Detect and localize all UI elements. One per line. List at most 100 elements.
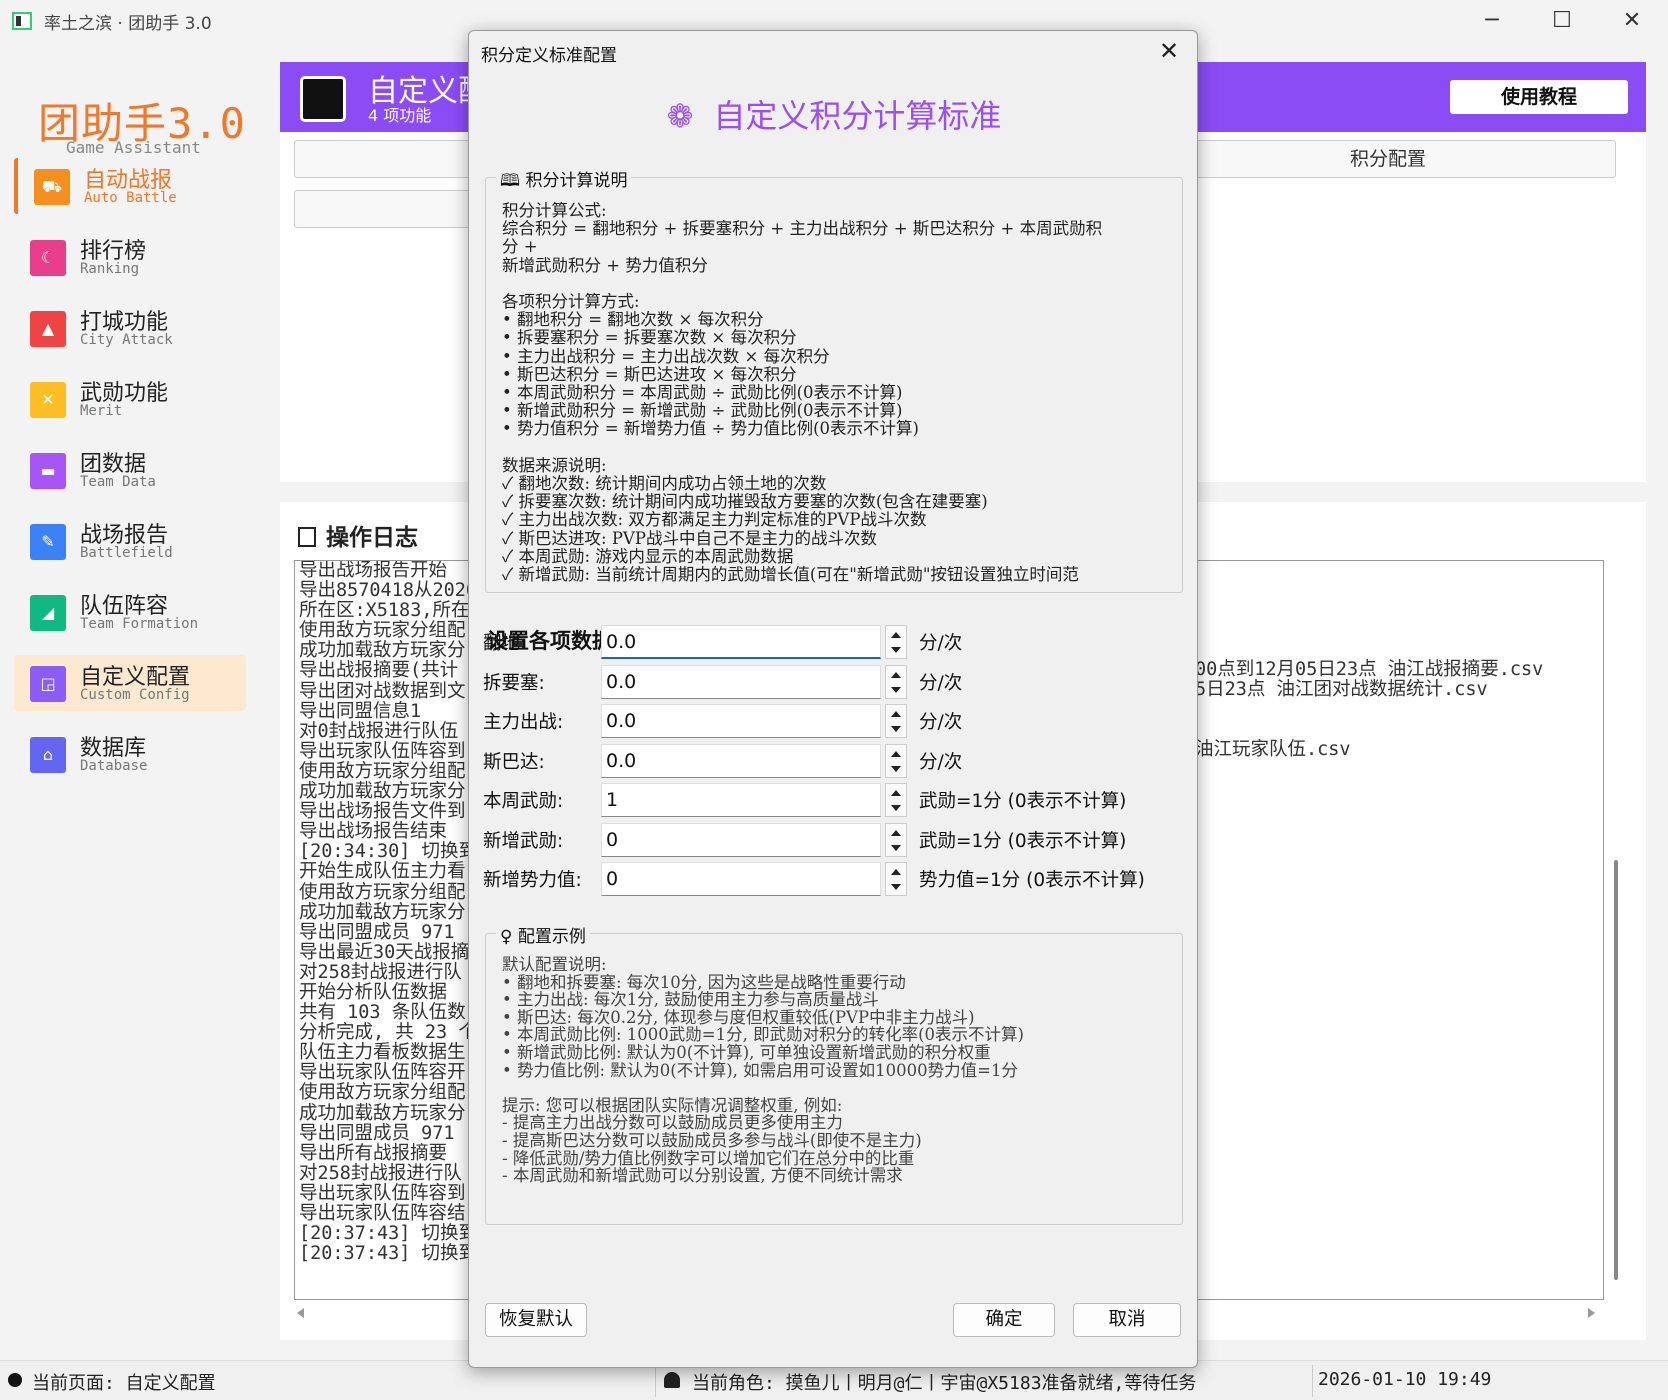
weight-spinner[interactable] bbox=[885, 783, 907, 817]
log-line: 导出最近30天战报摘 bbox=[299, 941, 470, 963]
log-line: 对258封战报进行队 bbox=[299, 1162, 462, 1184]
tutorial-button[interactable]: 使用教程 bbox=[1450, 80, 1628, 114]
spin-up-icon[interactable] bbox=[891, 632, 901, 638]
weight-spinner[interactable] bbox=[885, 822, 907, 857]
sidebar-item-battlefield[interactable]: ✎ 战场报告 Battlefield bbox=[14, 513, 246, 569]
config-icon: ◲ bbox=[30, 666, 66, 702]
weight-spinner[interactable] bbox=[885, 743, 907, 778]
log-line: 成功加载敌方玩家分 bbox=[299, 1102, 466, 1124]
reset-defaults-button[interactable]: 恢复默认 bbox=[485, 1303, 587, 1337]
weight-input[interactable]: 1 bbox=[601, 783, 881, 817]
sidebar-item-label-en: Database bbox=[80, 758, 148, 774]
weight-input[interactable]: 0 bbox=[601, 862, 881, 896]
minimize-button[interactable]: ─ bbox=[1468, 4, 1516, 38]
example-group: ♀ 配置示例 默认配置说明: • 翻地和拆要塞: 每次10分, 因为这些是战略性… bbox=[485, 922, 1183, 1225]
maximize-button[interactable]: ☐ bbox=[1538, 4, 1586, 38]
cancel-button[interactable]: 取消 bbox=[1073, 1303, 1181, 1337]
tab-score-config[interactable]: 积分配置 bbox=[1160, 140, 1616, 178]
sidebar-item-label-en: City Attack bbox=[80, 332, 173, 348]
weight-spinner[interactable] bbox=[885, 704, 907, 738]
explain-text: 积分计算公式: 综合积分 = 翻地积分 + 拆要塞积分 + 主力出战积分 + 斯… bbox=[502, 201, 1103, 585]
spin-down-icon[interactable] bbox=[891, 844, 901, 851]
sidebar-item-ranking[interactable]: ☾ 排行榜 Ranking bbox=[14, 229, 246, 285]
weight-row: 新增势力值: 0 势力值=1分 (0表示不计算) bbox=[483, 862, 1183, 898]
log-line: 导出8570418从2026 bbox=[299, 580, 478, 602]
log-line: 开始分析队伍数据 bbox=[299, 981, 448, 1003]
weight-spinner[interactable] bbox=[885, 862, 907, 896]
weight-input[interactable]: 0.0 bbox=[601, 704, 881, 738]
sidebar-item-ship[interactable]: ⛟ 自动战报 Auto Battle bbox=[14, 158, 246, 214]
weight-row: 本周武勋: 1 武勋=1分 (0表示不计算) bbox=[483, 783, 1183, 819]
log-line: 导出战报摘要(共计 bbox=[299, 660, 459, 682]
weight-input[interactable]: 0 bbox=[601, 822, 881, 857]
sidebar-item-team-data[interactable]: ▬ 团数据 Team Data bbox=[14, 442, 246, 498]
lightbulb-icon: ♀ bbox=[500, 927, 513, 947]
sidebar-item-database[interactable]: ⌂ 数据库 Database bbox=[14, 726, 246, 782]
spin-down-icon[interactable] bbox=[891, 686, 901, 693]
weight-spinner[interactable] bbox=[885, 625, 907, 659]
sidebar-item-city[interactable]: ▲ 打城功能 City Attack bbox=[14, 300, 246, 356]
log-line: 对258封战报进行队 bbox=[299, 961, 462, 983]
weight-input[interactable]: 0.0 bbox=[601, 664, 881, 699]
example-title-text: 配置示例 bbox=[517, 927, 586, 947]
weight-input[interactable]: 0.0 bbox=[601, 625, 881, 659]
dialog-close-button[interactable]: ✕ bbox=[1151, 33, 1187, 69]
log-line: 导出玩家队伍阵容到 bbox=[299, 1182, 466, 1204]
team-data-icon: ▬ bbox=[30, 453, 66, 489]
app-icon bbox=[12, 12, 32, 30]
window-title: 率土之滨 · 团助手 3.0 bbox=[44, 14, 212, 34]
log-line: 导出同盟成员 971 bbox=[299, 1122, 455, 1144]
score-config-dialog: 积分定义标准配置 ✕ ❁ 自定义积分计算标准 🕮 积分计算说明 积分计算公式: 综… bbox=[468, 30, 1198, 1368]
log-lines: 导出战场报告开始 导出8570418从2026 所在区:X5183,所在 使用敌方玩家… bbox=[299, 561, 477, 1264]
log-line: 导出同盟信息1 bbox=[299, 700, 422, 722]
weight-input[interactable]: 0.0 bbox=[601, 743, 881, 778]
spin-up-icon[interactable] bbox=[891, 671, 901, 678]
log-line: 对0封战报进行队伍 bbox=[299, 720, 459, 742]
spin-down-icon[interactable] bbox=[891, 765, 901, 772]
example-group-title: ♀ 配置示例 bbox=[496, 922, 590, 947]
sidebar-item-config[interactable]: ◲ 自定义配置 Custom Config bbox=[14, 655, 246, 711]
close-window-button[interactable]: ✕ bbox=[1608, 4, 1656, 38]
weight-row: 斯巴达: 0.0 分/次 bbox=[483, 743, 1183, 780]
log-line: 导出玩家队伍阵容结 bbox=[299, 1203, 466, 1224]
log-line: [20:37:43] 切换到 bbox=[299, 1223, 478, 1245]
explain-group-title: 🕮 积分计算说明 bbox=[496, 166, 632, 197]
sidebar-item-formation[interactable]: ◢ 队伍阵容 Team Formation bbox=[14, 584, 246, 640]
weight-unit: 武勋=1分 (0表示不计算) bbox=[919, 830, 1127, 852]
weight-spinner[interactable] bbox=[885, 664, 907, 699]
spin-down-icon[interactable] bbox=[891, 726, 901, 732]
log-vertical-scrollbar[interactable] bbox=[1614, 860, 1618, 1280]
log-line: 导出玩家队伍阵容到 bbox=[299, 740, 466, 762]
weight-label: 新增武勋: bbox=[483, 830, 564, 852]
spin-up-icon[interactable] bbox=[891, 829, 901, 836]
page-subtitle: 4 项功能 bbox=[368, 106, 432, 125]
spin-up-icon[interactable] bbox=[891, 869, 901, 875]
weight-unit: 分/次 bbox=[919, 751, 963, 773]
log-line: 导出战场报告结束 bbox=[299, 821, 448, 843]
spin-up-icon[interactable] bbox=[891, 711, 901, 717]
weight-label: 翻地: bbox=[483, 633, 527, 654]
sidebar-item-merit[interactable]: ✕ 武勋功能 Merit bbox=[14, 371, 246, 427]
spin-up-icon[interactable] bbox=[891, 790, 901, 796]
weight-unit: 武勋=1分 (0表示不计算) bbox=[919, 791, 1127, 812]
log-line: 分析完成, 共 23 个 bbox=[299, 1022, 477, 1044]
spin-down-icon[interactable] bbox=[891, 805, 901, 811]
weight-row: 新增武勋: 0 武勋=1分 (0表示不计算) bbox=[483, 822, 1183, 859]
logo-subtitle: Game Assistant bbox=[66, 138, 201, 157]
book-icon: 🕮 bbox=[500, 171, 521, 191]
dialog-heading: ❁ 自定义积分计算标准 bbox=[469, 91, 1199, 137]
log-line-tail: 5日23点 油江团对战数据统计.csv bbox=[1195, 679, 1488, 701]
log-line: 导出同盟成员 971 bbox=[299, 921, 455, 943]
edit-document-icon bbox=[298, 527, 316, 547]
ok-button[interactable]: 确定 bbox=[953, 1303, 1055, 1337]
spin-down-icon[interactable] bbox=[891, 647, 901, 653]
spin-up-icon[interactable] bbox=[891, 750, 901, 757]
log-line: 成功加载敌方玩家分 bbox=[299, 901, 466, 923]
scroll-left-icon bbox=[297, 1308, 304, 1318]
log-line: 成功加载敌方玩家分 bbox=[299, 781, 466, 803]
spin-down-icon[interactable] bbox=[891, 884, 901, 890]
weight-label: 新增势力值: bbox=[483, 870, 582, 891]
log-line-tail: 00点到12月05日23点 油江战报摘要.csv bbox=[1195, 659, 1544, 680]
example-text: 默认配置说明: • 翻地和拆要塞: 每次10分, 因为这些是战略性重要行动 • … bbox=[502, 955, 1024, 1186]
weight-row: 拆要塞: 0.0 分/次 bbox=[483, 664, 1183, 701]
